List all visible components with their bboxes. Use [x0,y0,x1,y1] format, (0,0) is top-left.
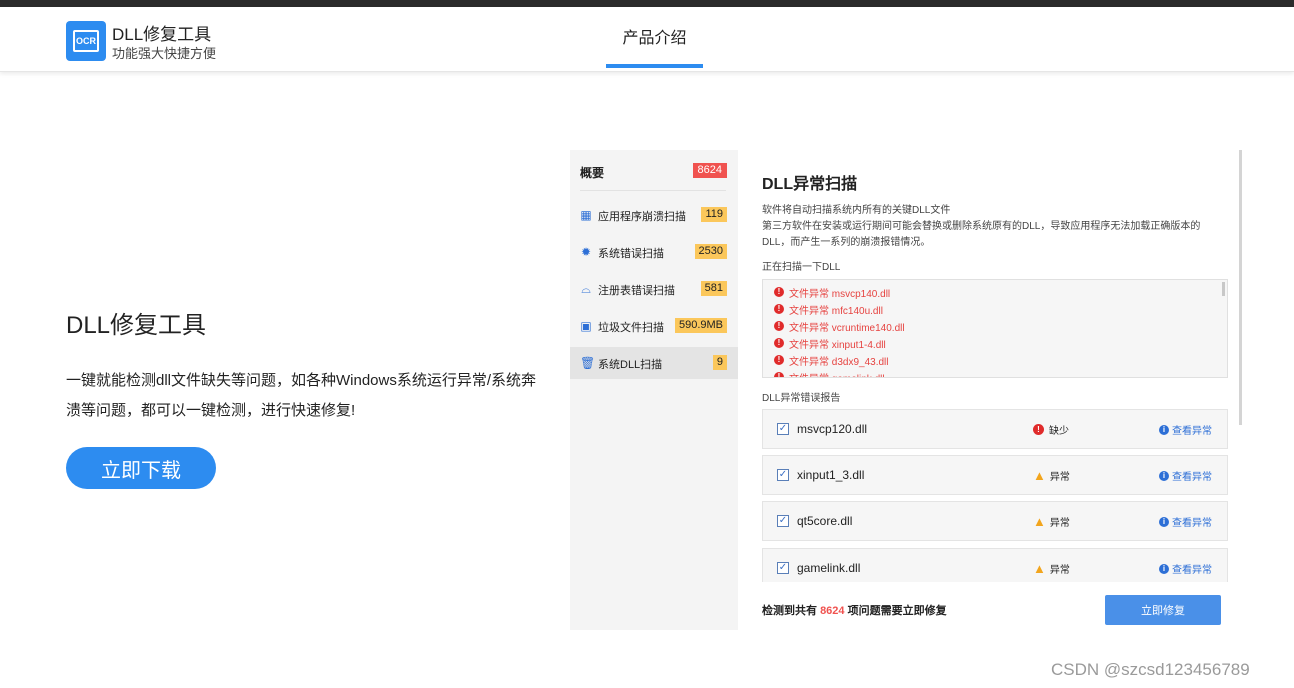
trash-icon: 🗑 [580,356,596,370]
dll-filename: qt5core.dll [797,514,853,528]
scan-log-line: !文件异常 gamelink.dll [774,369,885,377]
panel-description: 软件将自动扫描系统内所有的关键DLL文件 [762,205,951,216]
app-sidebar: 概要 8624 ▦ 应用程序崩溃扫描 119 ✹ 系统错误扫描 2530 ⌓ 注… [570,150,738,630]
panel-description-detail: 第三方软件在安装或运行期间可能会替换或删除系统原有的DLL，导致应用程序无法加载… [762,221,1201,248]
registry-icon: ⌓ [581,282,591,296]
info-icon: i [1159,424,1169,435]
view-exception-link[interactable]: i 查看异常 [1159,422,1212,437]
error-icon: ! [774,304,784,314]
report-label: DLL异常错误报告 [762,393,841,404]
watermark: CSDN @szcsd123456789 [1051,660,1250,679]
row-checkbox[interactable]: ✓ [777,423,789,435]
sidebar-item-system-error[interactable]: ✹ 系统错误扫描 2530 [570,236,738,268]
error-icon: ! [774,372,784,377]
error-icon: ! [774,338,784,348]
scan-log-box[interactable]: ! 文件异常 msvcp140.dll ! 文件异常 mfc140u.dll ! 文件… [762,279,1228,378]
scan-log-scrollbar[interactable] [1222,282,1225,296]
warning-icon: ▲ [1033,467,1046,483]
issue-count: 8624 [820,605,845,617]
overview-label: 概要 [580,166,605,180]
sidebar-divider [580,190,726,191]
panel-scrollbar[interactable] [1239,150,1242,425]
count-badge: 590.9MB [674,318,727,333]
hero-title: DLL修复工具 [66,312,207,339]
scan-log-line: ! 文件异常 mfc140u.dll [774,301,883,317]
panel-title: DLL异常扫描 [762,176,858,193]
count-badge: 2530 [694,244,727,259]
brand-title: DLL修复工具 [112,25,212,44]
junk-icon: ▣ [580,319,592,333]
sidebar-item-system-dll[interactable]: 🗑 系统DLL扫描 9 [570,347,738,379]
view-exception-link[interactable]: i 查看异常 [1159,561,1212,576]
row-checkbox[interactable]: ✓ [777,515,789,527]
warning-icon: ▲ [1033,560,1046,576]
info-icon: i [1159,516,1169,527]
sidebar-item-label: 应用程序崩溃扫描 [598,211,686,223]
view-exception-link[interactable]: i 查看异常 [1159,514,1212,529]
app-logo[interactable]: OCR [66,21,106,61]
status-badge: ▲ 异常 [1033,513,1070,530]
table-row: ✓ xinput1_3.dll ▲ 异常 i 查看异常 [762,455,1228,495]
table-row: ✓ gamelink.dll ▲ 异常 i 查看异常 [762,548,1228,582]
error-icon: ! [774,355,784,365]
error-icon: ! [774,287,784,297]
error-icon: ! [774,321,784,331]
scanning-label: 正在扫描一下DLL [762,262,841,273]
sidebar-item-junk[interactable]: ▣ 垃圾文件扫描 590.9MB [570,310,738,342]
info-icon: i [1159,563,1169,574]
hero-description: 一键就能检测dll文件缺失等问题，如各种Windows系统运行异常/系统奔溃等问… [66,372,537,419]
status-badge: ▲ 异常 [1033,560,1070,577]
sidebar-item-label: 注册表错误扫描 [598,285,675,297]
tab-product-intro[interactable]: 产品介绍 [606,7,703,68]
sidebar-item-label: 垃圾文件扫描 [598,322,664,334]
status-badge: ▲ 异常 [1033,467,1070,484]
warning-icon: ▲ [1033,513,1046,529]
view-exception-link[interactable]: i 查看异常 [1159,468,1212,483]
dll-filename: msvcp120.dll [797,422,868,436]
scan-log-line: ! 文件异常 d3dx9_43.dll [774,352,889,368]
scan-log-line: ! 文件异常 vcruntime140.dll [774,318,905,334]
grid-icon: ▦ [580,208,592,222]
status-badge: ! 缺少 [1033,422,1069,437]
dll-filename: gamelink.dll [797,561,861,575]
gear-icon: ✹ [580,245,592,259]
brand-subtitle: 功能强大快捷方便 [112,46,217,61]
dll-filename: xinput1_3.dll [797,468,865,482]
scan-log-line: ! 文件异常 xinput1-4.dll [774,335,886,351]
scan-log-line: ! 文件异常 msvcp140.dll [774,284,890,300]
error-icon: ! [1033,424,1044,435]
ocr-icon: OCR [73,30,99,52]
header-navbar: OCR DLL修复工具 功能强大快捷方便 产品介绍 [0,7,1294,72]
table-row: ✓ qt5core.dll ▲ 异常 i 查看异常 [762,501,1228,541]
top-dark-strip [0,0,1294,7]
overview-count-badge: 8624 [692,163,727,178]
sidebar-item-registry[interactable]: ⌓ 注册表错误扫描 581 [570,273,738,305]
row-checkbox[interactable]: ✓ [777,469,789,481]
row-checkbox[interactable]: ✓ [777,562,789,574]
count-badge: 9 [712,355,727,370]
info-icon: i [1159,470,1169,481]
count-badge: 119 [701,207,727,222]
app-screenshot-mockup: 概要 8624 ▦ 应用程序崩溃扫描 119 ✹ 系统错误扫描 2530 ⌓ 注… [570,150,1242,630]
fix-now-button[interactable]: 立即修复 [1105,595,1221,625]
table-row: ✓ msvcp120.dll ! 缺少 i 查看异常 [762,409,1228,449]
download-button[interactable]: 立即下载 [66,447,216,489]
sidebar-overview[interactable]: 概要 8624 [570,150,738,192]
sidebar-item-app-crash[interactable]: ▦ 应用程序崩溃扫描 119 [570,199,738,231]
issue-summary: 检测到共有 8624 项问题需要立即修复 [762,605,947,617]
report-list: ✓ msvcp120.dll ! 缺少 i 查看异常 ✓ xinput1_3.dll… [762,409,1228,582]
sidebar-item-label: 系统错误扫描 [598,248,664,260]
sidebar-item-label: 系统DLL扫描 [598,359,663,371]
count-badge: 581 [700,281,727,296]
app-main-panel: DLL异常扫描 软件将自动扫描系统内所有的关键DLL文件 第三方软件在安装或运行… [738,150,1242,630]
